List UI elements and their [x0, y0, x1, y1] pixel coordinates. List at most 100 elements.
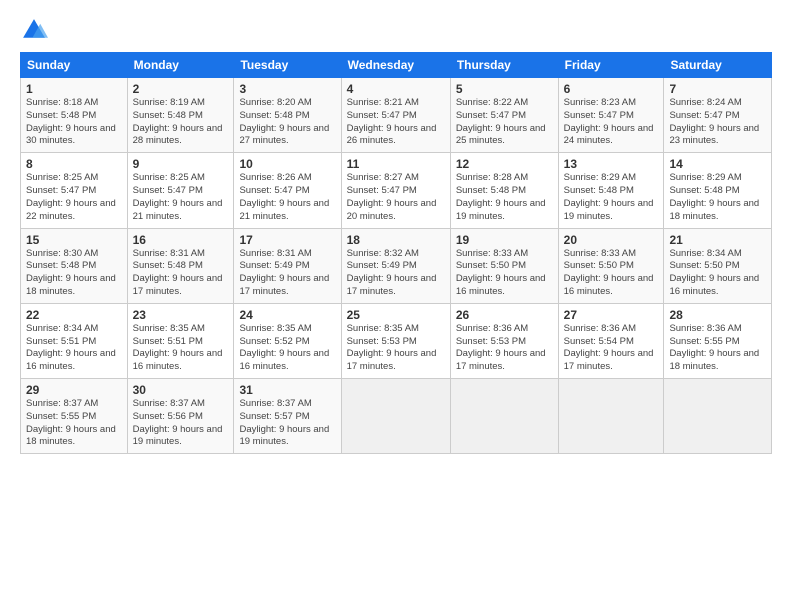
calendar-cell: [664, 379, 772, 454]
day-number: 30: [133, 383, 229, 397]
calendar-cell: 23 Sunrise: 8:35 AMSunset: 5:51 PMDaylig…: [127, 303, 234, 378]
calendar-week-4: 22 Sunrise: 8:34 AMSunset: 5:51 PMDaylig…: [21, 303, 772, 378]
calendar-body: 1 Sunrise: 8:18 AMSunset: 5:48 PMDayligh…: [21, 78, 772, 454]
calendar-cell: 9 Sunrise: 8:25 AMSunset: 5:47 PMDayligh…: [127, 153, 234, 228]
day-number: 29: [26, 383, 122, 397]
day-detail: Sunrise: 8:25 AMSunset: 5:47 PMDaylight:…: [26, 172, 122, 223]
calendar-cell: 24 Sunrise: 8:35 AMSunset: 5:52 PMDaylig…: [234, 303, 341, 378]
day-detail: Sunrise: 8:28 AMSunset: 5:48 PMDaylight:…: [456, 172, 553, 223]
day-detail: Sunrise: 8:34 AMSunset: 5:51 PMDaylight:…: [26, 323, 122, 374]
day-detail: Sunrise: 8:20 AMSunset: 5:48 PMDaylight:…: [239, 97, 335, 148]
calendar-week-2: 8 Sunrise: 8:25 AMSunset: 5:47 PMDayligh…: [21, 153, 772, 228]
calendar-week-5: 29 Sunrise: 8:37 AMSunset: 5:55 PMDaylig…: [21, 379, 772, 454]
day-detail: Sunrise: 8:33 AMSunset: 5:50 PMDaylight:…: [456, 248, 553, 299]
day-detail: Sunrise: 8:37 AMSunset: 5:56 PMDaylight:…: [133, 398, 229, 449]
calendar-cell: 15 Sunrise: 8:30 AMSunset: 5:48 PMDaylig…: [21, 228, 128, 303]
day-number: 9: [133, 157, 229, 171]
day-number: 1: [26, 82, 122, 96]
day-detail: Sunrise: 8:36 AMSunset: 5:54 PMDaylight:…: [564, 323, 659, 374]
day-detail: Sunrise: 8:23 AMSunset: 5:47 PMDaylight:…: [564, 97, 659, 148]
day-detail: Sunrise: 8:31 AMSunset: 5:49 PMDaylight:…: [239, 248, 335, 299]
day-detail: Sunrise: 8:36 AMSunset: 5:55 PMDaylight:…: [669, 323, 766, 374]
day-number: 2: [133, 82, 229, 96]
calendar-cell: [558, 379, 664, 454]
calendar-cell: 22 Sunrise: 8:34 AMSunset: 5:51 PMDaylig…: [21, 303, 128, 378]
header: [20, 16, 772, 44]
day-number: 22: [26, 308, 122, 322]
day-detail: Sunrise: 8:34 AMSunset: 5:50 PMDaylight:…: [669, 248, 766, 299]
day-number: 31: [239, 383, 335, 397]
day-number: 4: [347, 82, 445, 96]
calendar-cell: 10 Sunrise: 8:26 AMSunset: 5:47 PMDaylig…: [234, 153, 341, 228]
col-header-sunday: Sunday: [21, 53, 128, 78]
day-number: 8: [26, 157, 122, 171]
calendar-cell: 8 Sunrise: 8:25 AMSunset: 5:47 PMDayligh…: [21, 153, 128, 228]
day-number: 17: [239, 233, 335, 247]
day-number: 18: [347, 233, 445, 247]
day-number: 16: [133, 233, 229, 247]
calendar-cell: 12 Sunrise: 8:28 AMSunset: 5:48 PMDaylig…: [450, 153, 558, 228]
day-detail: Sunrise: 8:29 AMSunset: 5:48 PMDaylight:…: [564, 172, 659, 223]
day-detail: Sunrise: 8:35 AMSunset: 5:52 PMDaylight:…: [239, 323, 335, 374]
calendar-cell: 21 Sunrise: 8:34 AMSunset: 5:50 PMDaylig…: [664, 228, 772, 303]
col-header-friday: Friday: [558, 53, 664, 78]
day-number: 21: [669, 233, 766, 247]
day-detail: Sunrise: 8:33 AMSunset: 5:50 PMDaylight:…: [564, 248, 659, 299]
page: SundayMondayTuesdayWednesdayThursdayFrid…: [0, 0, 792, 612]
calendar-cell: 19 Sunrise: 8:33 AMSunset: 5:50 PMDaylig…: [450, 228, 558, 303]
day-number: 27: [564, 308, 659, 322]
calendar-cell: 11 Sunrise: 8:27 AMSunset: 5:47 PMDaylig…: [341, 153, 450, 228]
calendar-cell: 29 Sunrise: 8:37 AMSunset: 5:55 PMDaylig…: [21, 379, 128, 454]
day-detail: Sunrise: 8:35 AMSunset: 5:53 PMDaylight:…: [347, 323, 445, 374]
calendar-cell: 5 Sunrise: 8:22 AMSunset: 5:47 PMDayligh…: [450, 78, 558, 153]
day-number: 14: [669, 157, 766, 171]
day-number: 10: [239, 157, 335, 171]
day-number: 3: [239, 82, 335, 96]
calendar-cell: 20 Sunrise: 8:33 AMSunset: 5:50 PMDaylig…: [558, 228, 664, 303]
day-detail: Sunrise: 8:37 AMSunset: 5:57 PMDaylight:…: [239, 398, 335, 449]
day-detail: Sunrise: 8:26 AMSunset: 5:47 PMDaylight:…: [239, 172, 335, 223]
col-header-thursday: Thursday: [450, 53, 558, 78]
day-number: 20: [564, 233, 659, 247]
day-number: 23: [133, 308, 229, 322]
calendar-cell: 30 Sunrise: 8:37 AMSunset: 5:56 PMDaylig…: [127, 379, 234, 454]
day-number: 11: [347, 157, 445, 171]
day-detail: Sunrise: 8:31 AMSunset: 5:48 PMDaylight:…: [133, 248, 229, 299]
col-header-wednesday: Wednesday: [341, 53, 450, 78]
calendar-cell: 27 Sunrise: 8:36 AMSunset: 5:54 PMDaylig…: [558, 303, 664, 378]
col-header-tuesday: Tuesday: [234, 53, 341, 78]
calendar-cell: 16 Sunrise: 8:31 AMSunset: 5:48 PMDaylig…: [127, 228, 234, 303]
day-number: 5: [456, 82, 553, 96]
calendar-cell: 2 Sunrise: 8:19 AMSunset: 5:48 PMDayligh…: [127, 78, 234, 153]
calendar-cell: [450, 379, 558, 454]
day-detail: Sunrise: 8:30 AMSunset: 5:48 PMDaylight:…: [26, 248, 122, 299]
day-detail: Sunrise: 8:25 AMSunset: 5:47 PMDaylight:…: [133, 172, 229, 223]
day-number: 7: [669, 82, 766, 96]
logo: [20, 16, 52, 44]
day-number: 26: [456, 308, 553, 322]
col-header-saturday: Saturday: [664, 53, 772, 78]
calendar-cell: 25 Sunrise: 8:35 AMSunset: 5:53 PMDaylig…: [341, 303, 450, 378]
day-number: 15: [26, 233, 122, 247]
calendar-cell: 14 Sunrise: 8:29 AMSunset: 5:48 PMDaylig…: [664, 153, 772, 228]
calendar-cell: 31 Sunrise: 8:37 AMSunset: 5:57 PMDaylig…: [234, 379, 341, 454]
calendar-cell: 26 Sunrise: 8:36 AMSunset: 5:53 PMDaylig…: [450, 303, 558, 378]
day-detail: Sunrise: 8:35 AMSunset: 5:51 PMDaylight:…: [133, 323, 229, 374]
calendar-cell: 7 Sunrise: 8:24 AMSunset: 5:47 PMDayligh…: [664, 78, 772, 153]
day-detail: Sunrise: 8:27 AMSunset: 5:47 PMDaylight:…: [347, 172, 445, 223]
calendar-cell: 3 Sunrise: 8:20 AMSunset: 5:48 PMDayligh…: [234, 78, 341, 153]
day-detail: Sunrise: 8:21 AMSunset: 5:47 PMDaylight:…: [347, 97, 445, 148]
day-number: 28: [669, 308, 766, 322]
day-detail: Sunrise: 8:24 AMSunset: 5:47 PMDaylight:…: [669, 97, 766, 148]
day-detail: Sunrise: 8:29 AMSunset: 5:48 PMDaylight:…: [669, 172, 766, 223]
calendar-cell: 4 Sunrise: 8:21 AMSunset: 5:47 PMDayligh…: [341, 78, 450, 153]
day-number: 13: [564, 157, 659, 171]
calendar-cell: 28 Sunrise: 8:36 AMSunset: 5:55 PMDaylig…: [664, 303, 772, 378]
day-detail: Sunrise: 8:36 AMSunset: 5:53 PMDaylight:…: [456, 323, 553, 374]
day-detail: Sunrise: 8:18 AMSunset: 5:48 PMDaylight:…: [26, 97, 122, 148]
calendar-cell: 13 Sunrise: 8:29 AMSunset: 5:48 PMDaylig…: [558, 153, 664, 228]
calendar-cell: 1 Sunrise: 8:18 AMSunset: 5:48 PMDayligh…: [21, 78, 128, 153]
logo-icon: [20, 16, 48, 44]
day-detail: Sunrise: 8:22 AMSunset: 5:47 PMDaylight:…: [456, 97, 553, 148]
day-number: 12: [456, 157, 553, 171]
